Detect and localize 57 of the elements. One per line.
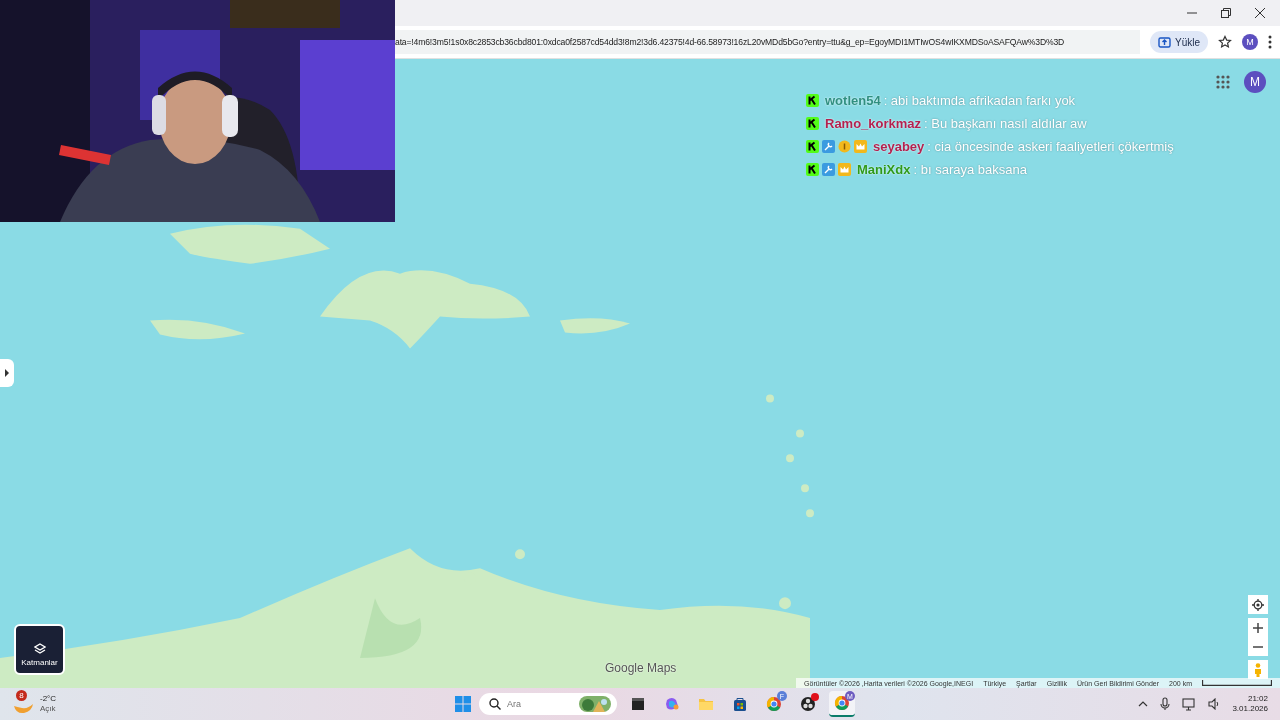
k-badge-icon <box>806 117 819 130</box>
notification-badge: 8 <box>16 690 27 701</box>
k-badge-icon <box>806 140 819 153</box>
microphone-icon[interactable] <box>1160 697 1171 711</box>
volume-icon[interactable] <box>1208 698 1221 710</box>
terminal-icon <box>630 696 646 712</box>
layers-icon <box>33 643 46 655</box>
chat-message: : abi baktımda afrikadan farkı yok <box>883 93 1076 108</box>
menu-icon[interactable] <box>1268 35 1272 49</box>
folder-icon <box>698 696 714 712</box>
pegman-icon <box>1254 662 1262 677</box>
my-location-button[interactable] <box>1248 595 1268 614</box>
weather-condition: Açık <box>40 704 57 714</box>
coin-badge-icon <box>838 140 851 153</box>
close-icon[interactable] <box>1254 7 1266 19</box>
upload-icon <box>1158 35 1171 49</box>
recorder-icon <box>800 696 816 712</box>
caret-icon <box>4 369 10 377</box>
k-badge-icon <box>806 163 819 176</box>
chat-username: ManiXdx <box>857 162 911 177</box>
chat-message: : cia öncesinde askeri faaliyetleri çökertmiş <box>927 139 1174 154</box>
chat-message: : Bu başkanı nasıl aldılar aw <box>924 116 1087 131</box>
wrench-badge-icon <box>822 163 835 176</box>
location-icon <box>1252 598 1264 611</box>
chevron-up-icon[interactable] <box>1138 701 1149 707</box>
chat-username: Ramo_korkmaz <box>825 116 922 131</box>
notification-dot <box>811 693 819 701</box>
crown-badge-icon <box>854 140 867 153</box>
temperature-text: -2°C <box>40 694 57 704</box>
k-badge-icon <box>806 94 819 107</box>
map-logo: Google Maps <box>605 661 677 675</box>
chat-username: wotlen54 <box>825 93 881 108</box>
scale-bar-icon <box>1202 680 1272 686</box>
address-field[interactable]: ata=!4m6!3m5!1s0x8c2853cb36cbd801:0xdca0f2587cd54dd3!8m2!3d6.42375!4d-66.58973!16zL20vMDd5bGo?entry=ttu&g_ep=EgoyMDI1MTIwOS4wIKXMDSoASAFQAw%3D%3D <box>395 30 1140 54</box>
clock[interactable]: 21:02 3.01.2026 <box>1232 694 1268 714</box>
profile-avatar[interactable]: M <box>1242 34 1258 50</box>
apps-grid-icon[interactable] <box>1216 75 1230 89</box>
upload-button[interactable]: Yükle <box>1150 31 1208 53</box>
star-icon[interactable] <box>1218 35 1232 49</box>
search-input[interactable]: Ara <box>507 699 573 709</box>
chat-message: : bı saraya baksana <box>913 162 1027 177</box>
store-icon <box>732 696 748 712</box>
restore-icon[interactable] <box>1220 7 1232 19</box>
layers-button[interactable]: Katmanlar <box>14 624 65 675</box>
search-bar[interactable]: Ara <box>479 693 617 715</box>
search-icon <box>489 698 501 710</box>
network-icon[interactable] <box>1182 697 1197 711</box>
chat-username: seyabey <box>873 139 925 154</box>
plus-icon <box>1253 622 1263 633</box>
zoom-out-button[interactable] <box>1248 637 1268 656</box>
side-panel-toggle[interactable] <box>0 359 14 387</box>
browser-icon <box>766 696 782 712</box>
copilot-icon <box>664 696 680 712</box>
crown-badge-icon <box>838 163 851 176</box>
start-icon[interactable] <box>455 696 471 712</box>
wrench-badge-icon <box>822 140 835 153</box>
zoom-in-button[interactable] <box>1248 618 1268 637</box>
